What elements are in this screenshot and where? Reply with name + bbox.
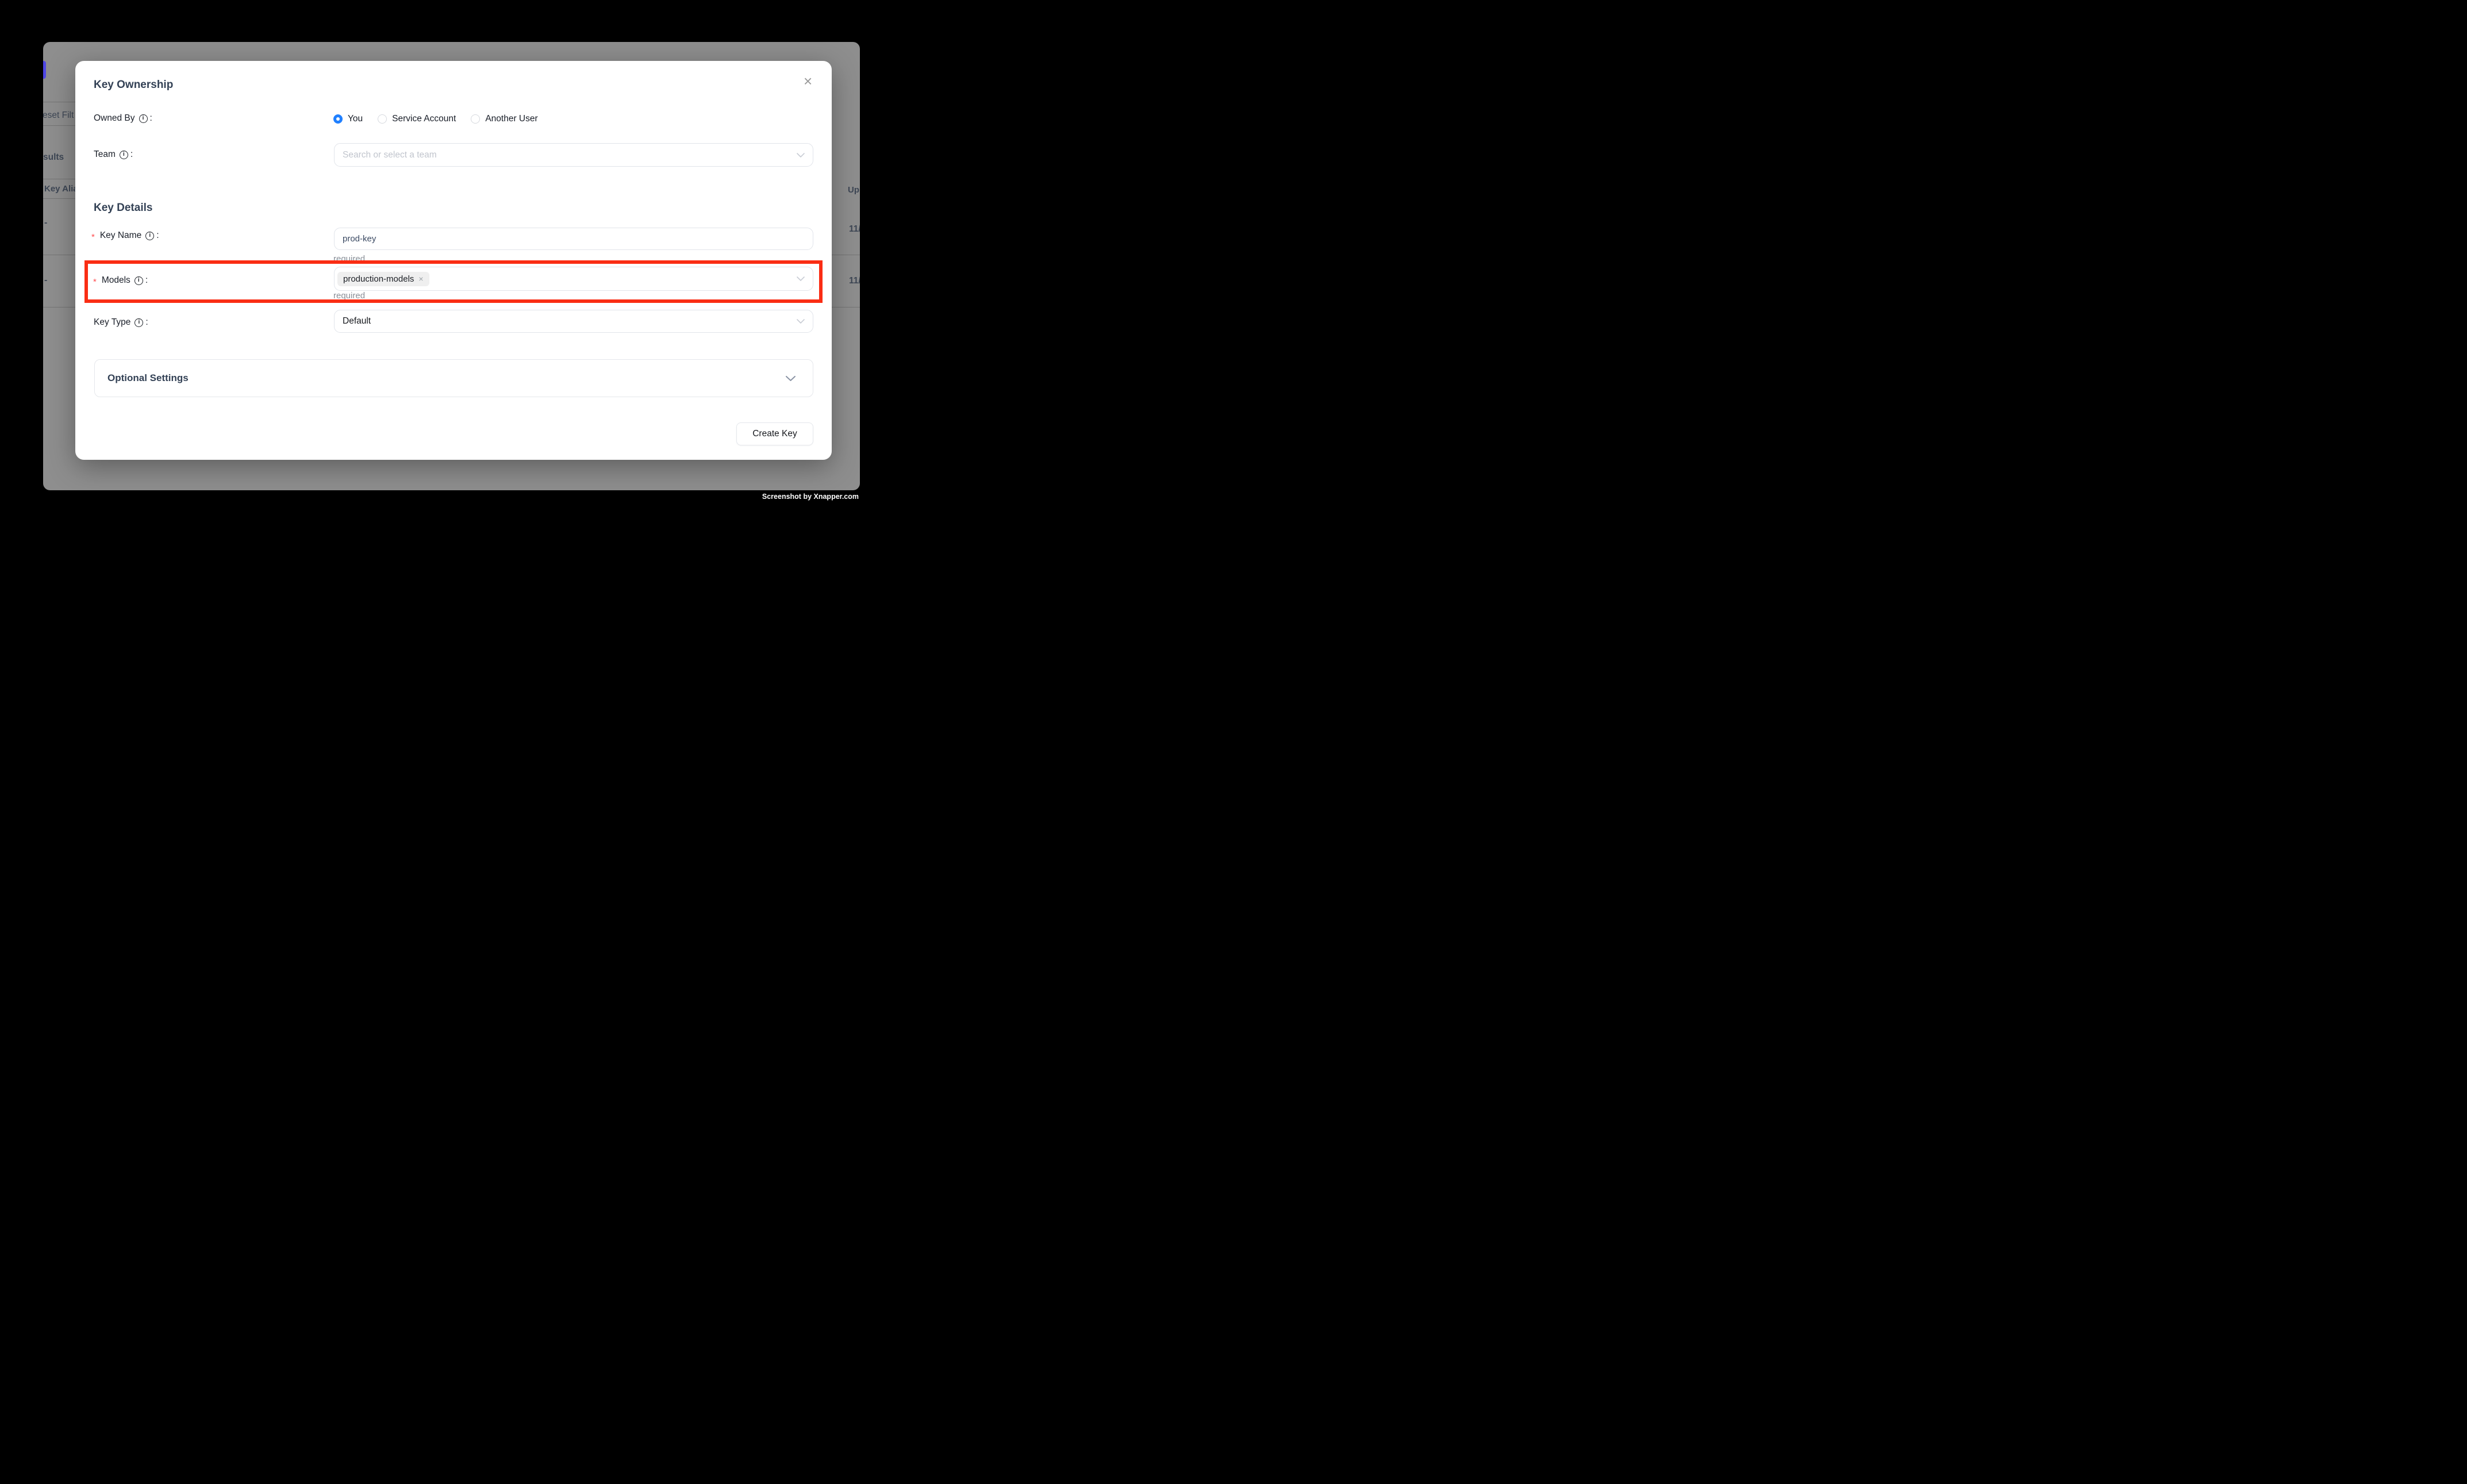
results-count-fragment: sults: [43, 152, 64, 163]
radio-label: Service Account: [392, 114, 456, 124]
key-name-label-text: Key Name: [100, 230, 141, 241]
key-type-select[interactable]: Default: [334, 310, 813, 333]
create-key-modal: Key Ownership × Owned By i : You Service…: [75, 61, 832, 460]
chevron-down-icon[interactable]: [786, 376, 796, 381]
owned-by-label: Owned By i :: [94, 113, 152, 124]
key-type-label-text: Key Type: [94, 317, 130, 328]
section-title-key-ownership: Key Ownership: [94, 79, 173, 91]
models-label: * Models i :: [93, 275, 148, 286]
label-colon: :: [150, 113, 152, 124]
divider: [43, 198, 76, 199]
chevron-down-icon[interactable]: [797, 319, 805, 324]
radio-label: You: [348, 114, 363, 124]
label-colon: :: [156, 230, 159, 241]
team-label: Team i :: [94, 149, 133, 160]
table-cell-date-fragment: 11/: [849, 276, 860, 286]
model-tag-label: production-models: [343, 274, 414, 284]
radio-selected-icon[interactable]: [333, 114, 343, 124]
models-required-hint: required: [333, 291, 365, 301]
radio-option-another-user[interactable]: Another User: [471, 114, 537, 124]
table-cell-date-fragment: 11/: [849, 224, 860, 234]
updated-column-header-fragment: Up: [848, 185, 859, 195]
optional-settings-panel[interactable]: Optional Settings: [94, 359, 813, 397]
models-multiselect[interactable]: production-models ×: [334, 267, 813, 291]
key-name-label: * Key Name i :: [91, 230, 159, 241]
label-colon: :: [145, 317, 148, 328]
info-icon[interactable]: i: [139, 114, 148, 123]
required-asterisk: *: [91, 232, 95, 242]
key-name-input[interactable]: prod-key: [334, 228, 813, 250]
table-cell-dash: -: [44, 275, 47, 286]
key-alias-column-header-fragment: Key Alia: [44, 184, 78, 194]
radio-unselected-icon[interactable]: [378, 114, 387, 124]
info-icon[interactable]: i: [135, 318, 143, 327]
optional-settings-label: Optional Settings: [107, 372, 189, 384]
info-icon[interactable]: i: [145, 232, 154, 240]
screenshot-canvas: eset Filt sults Key Alia - - Up 11/ 11/ …: [0, 0, 901, 542]
label-colon: :: [130, 149, 133, 160]
owned-by-label-text: Owned By: [94, 113, 135, 124]
key-name-value: prod-key: [343, 234, 376, 244]
create-key-button[interactable]: Create Key: [736, 422, 813, 445]
chevron-down-icon[interactable]: [797, 153, 805, 157]
create-new-key-button-fragment[interactable]: [43, 61, 46, 79]
models-label-text: Models: [102, 275, 130, 286]
team-select-placeholder: Search or select a team: [343, 150, 437, 160]
radio-label: Another User: [485, 114, 537, 124]
key-type-label: Key Type i :: [94, 317, 148, 328]
info-icon[interactable]: i: [120, 151, 128, 159]
team-select[interactable]: Search or select a team: [334, 143, 813, 167]
owned-by-radio-group: You Service Account Another User: [333, 114, 538, 124]
chevron-down-icon[interactable]: [797, 276, 805, 281]
key-type-value: Default: [343, 316, 371, 326]
reset-filters-button-fragment[interactable]: eset Filt: [43, 110, 74, 121]
watermark-text: Screenshot by Xnapper.com: [762, 493, 859, 501]
required-asterisk: *: [93, 277, 97, 287]
key-name-required-hint: required: [333, 254, 365, 264]
selected-model-tag: production-models ×: [337, 272, 429, 286]
team-label-text: Team: [94, 149, 116, 160]
table-cell-dash: -: [44, 218, 47, 228]
radio-option-service-account[interactable]: Service Account: [378, 114, 456, 124]
info-icon[interactable]: i: [135, 276, 143, 285]
section-title-key-details: Key Details: [94, 202, 152, 214]
create-key-button-label: Create Key: [752, 429, 797, 439]
remove-tag-icon[interactable]: ×: [418, 275, 423, 283]
label-colon: :: [145, 275, 148, 286]
radio-unselected-icon[interactable]: [471, 114, 480, 124]
radio-option-you[interactable]: You: [333, 114, 363, 124]
divider: [43, 125, 76, 126]
close-icon[interactable]: ×: [804, 74, 812, 89]
